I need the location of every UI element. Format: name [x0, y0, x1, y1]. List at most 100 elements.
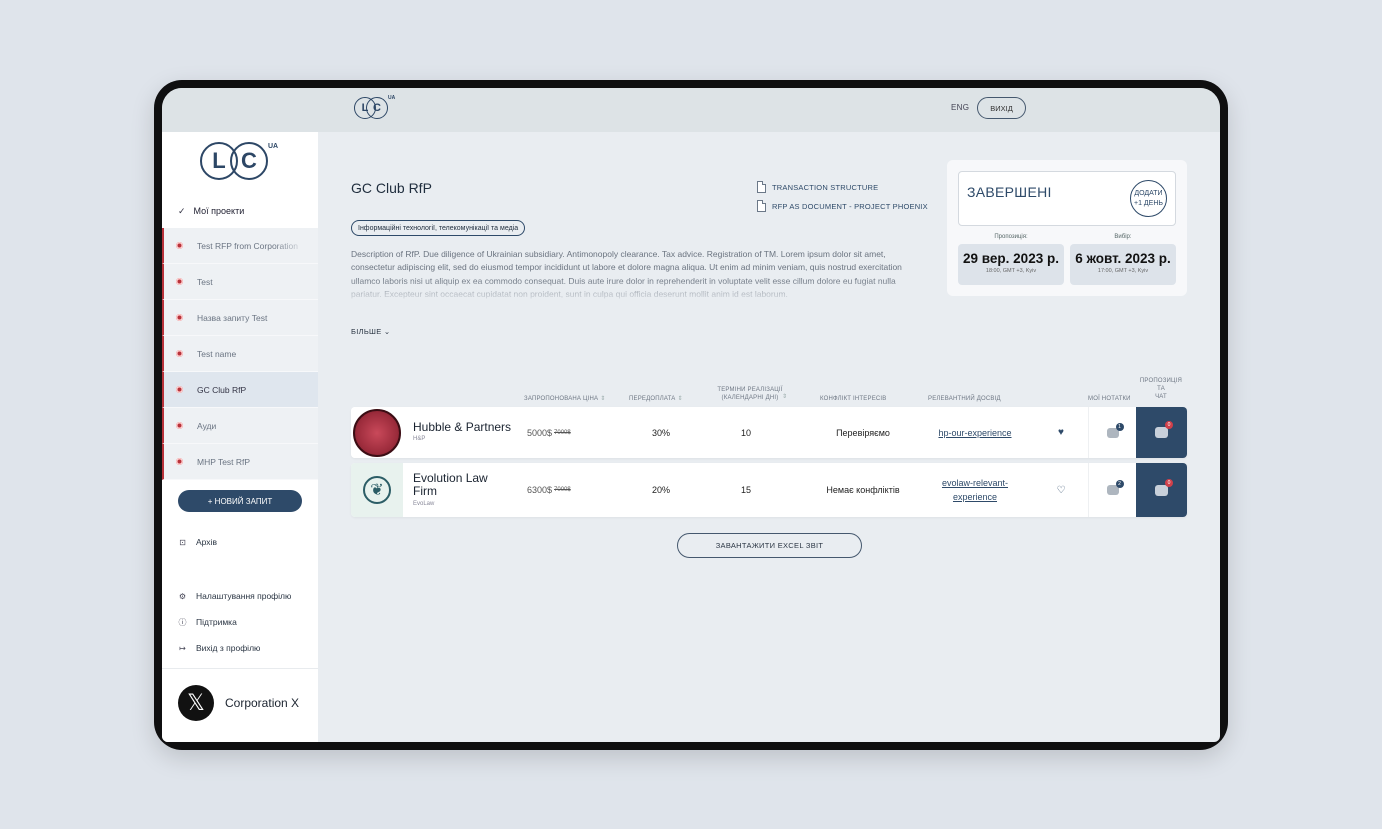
- table-row[interactable]: ❦ Evolution Law Firm EvoLaw 6300$ 7000$ …: [351, 463, 1187, 517]
- archive-icon: ⊡: [179, 537, 186, 547]
- document-icon: [757, 200, 766, 212]
- rfp-description: Description of RfP. Due diligence of Ukr…: [351, 249, 902, 299]
- download-excel-button[interactable]: ЗАВАНТАЖИТИ EXCEL ЗВІТ: [677, 533, 862, 558]
- tree-icon: ❦: [363, 476, 391, 504]
- avatar: 𝕏: [178, 685, 214, 721]
- user-profile[interactable]: 𝕏 Corporation X: [178, 685, 299, 721]
- project-label: Назва запиту Test: [197, 312, 268, 323]
- project-label: Test RFP from Corporation: [197, 240, 298, 251]
- document-link[interactable]: TRANSACTION STRUCTURE: [757, 181, 878, 193]
- industry-tag: Інформаційні технології, телекомунікації…: [351, 220, 526, 236]
- gear-icon: ⚙: [178, 591, 187, 601]
- header-chat-line1: ПРОПОЗИЦІЯ: [1139, 378, 1183, 384]
- project-list: Test RFP from Corporation Test Назва зап…: [162, 228, 318, 480]
- heart-filled-icon[interactable]: ♥: [1054, 407, 1068, 458]
- add-day-button[interactable]: ДОДАТИ +1 ДЕНЬ: [1130, 180, 1167, 217]
- user-name: Corporation X: [225, 696, 300, 710]
- proposal-date-label: Пропозиція:: [994, 234, 1028, 240]
- chat-button[interactable]: 0: [1136, 407, 1187, 458]
- header-price[interactable]: ЗАПРОПОНОВАНА ЦІНА ⇕: [524, 395, 605, 403]
- sidebar-item-exit[interactable]: ↦ Вихід з профілю: [178, 643, 260, 653]
- language-switch[interactable]: ENG: [951, 103, 969, 112]
- support-label: Підтримка: [196, 617, 237, 627]
- experience-link[interactable]: hp-our-experience: [927, 407, 1023, 458]
- settings-label: Налаштування профілю: [196, 591, 292, 601]
- old-price-value: 7000$: [554, 429, 571, 436]
- sidebar: L C UA ✓ Мої проекти Test RFP from Corpo…: [162, 132, 318, 742]
- sidebar-project-item[interactable]: Ауди: [162, 408, 318, 444]
- sidebar-logo[interactable]: L C UA: [200, 142, 280, 182]
- sidebar-project-item[interactable]: Test RFP from Corporation: [162, 228, 318, 264]
- exit-label: Вихід з профілю: [196, 643, 261, 653]
- choice-time: 17:00, GMT +3, Kyiv: [1097, 268, 1149, 274]
- table-row[interactable]: Hubble & Partners H&P 5000$ 7000$ 30% 10…: [351, 407, 1187, 458]
- experience-link[interactable]: evolaw-relevant-experience: [927, 463, 1023, 517]
- heart-outline-icon[interactable]: ♡: [1054, 463, 1068, 517]
- price-cell: 6300$ 7000$: [527, 463, 571, 517]
- project-status-icon: [176, 350, 183, 357]
- sort-icon[interactable]: ⇕: [780, 393, 787, 401]
- sidebar-item-settings[interactable]: ⚙ Налаштування профілю: [178, 591, 291, 601]
- document-label: TRANSACTION STRUCTURE: [772, 182, 879, 192]
- document-link[interactable]: RFP AS DOCUMENT - PROJECT PHOENIX: [757, 200, 928, 212]
- sidebar-project-item[interactable]: Назва запиту Test: [162, 300, 318, 336]
- check-icon: ✓: [178, 205, 186, 216]
- sidebar-project-item-active[interactable]: GC Club RfP: [162, 372, 318, 408]
- header-chat: ПРОПОЗИЦІЯ ТА ЧАТ: [1138, 377, 1184, 401]
- project-label: Test name: [197, 348, 237, 359]
- notes-button[interactable]: 1: [1088, 407, 1136, 458]
- header-experience: РЕЛЕВАНТНИЙ ДОСВІД: [928, 396, 1001, 402]
- header-price-label: ЗАПРОПОНОВАНА ЦІНА: [524, 396, 599, 402]
- header-conflict: КОНФЛІКТ ІНТЕРЕСІВ: [820, 396, 887, 402]
- status-label: ЗАВЕРШЕНІ: [967, 184, 1052, 200]
- price-cell: 5000$ 7000$: [527, 407, 571, 458]
- notes-count: 2: [1115, 480, 1124, 488]
- prepay-cell: 30%: [651, 427, 670, 438]
- firm-name: Hubble & Partners: [413, 420, 512, 434]
- my-projects-label: Мої проекти: [193, 206, 245, 216]
- proposal-date-box: 29 вер. 2023 р. 18:00, GMT +3, Kyiv: [958, 244, 1064, 285]
- top-bar: L C UA ENG ВИХІД: [162, 88, 1220, 132]
- logo-ua: UA: [268, 143, 279, 150]
- sidebar-item-archive[interactable]: ⊡ Архів: [178, 537, 217, 547]
- document-label: RFP AS DOCUMENT - PROJECT PHOENIX: [772, 201, 928, 211]
- sidebar-project-item[interactable]: Test name: [162, 336, 318, 372]
- logo-ua: UA: [388, 95, 396, 101]
- header-prepay[interactable]: ПЕРЕДОПЛАТА ⇕: [629, 395, 683, 403]
- add-day-line2: +1 ДЕНЬ: [1134, 199, 1163, 207]
- archive-label: Архів: [196, 537, 217, 547]
- more-label: БІЛЬШЕ: [351, 327, 382, 336]
- choice-date: 6 жовт. 2023 р.: [1075, 251, 1171, 266]
- conflict-cell: Немає конфліктів: [826, 485, 900, 495]
- chat-button[interactable]: 0: [1136, 463, 1187, 517]
- chat-count: 0: [1165, 478, 1173, 487]
- divider: [162, 668, 318, 669]
- project-label: Ауди: [197, 420, 217, 431]
- header-chat-line3: ЧАТ: [1155, 394, 1167, 400]
- status-card: ЗАВЕРШЕНІ ДОДАТИ +1 ДЕНЬ Пропозиція: Виб…: [947, 160, 1187, 296]
- new-request-button[interactable]: + НОВИЙ ЗАПИТ: [178, 490, 302, 512]
- price-value: 6300$: [527, 485, 553, 495]
- my-projects-toggle[interactable]: ✓ Мої проекти: [162, 194, 318, 228]
- chat-bubble-icon: 2: [1106, 480, 1124, 495]
- seal-icon: [353, 408, 401, 457]
- message-icon: 0: [1155, 421, 1173, 438]
- price-value: 5000$: [527, 427, 553, 438]
- term-cell: 10: [740, 427, 751, 438]
- logo-letter-c: C: [230, 142, 268, 180]
- add-day-line1: ДОДАТИ: [1134, 189, 1163, 197]
- logo-letter-c: C: [366, 97, 388, 119]
- logout-button[interactable]: ВИХІД: [977, 97, 1026, 119]
- proposal-date: 29 вер. 2023 р.: [963, 251, 1059, 266]
- firm-logo: [351, 407, 403, 458]
- conflict-cell: Перевіряємо: [836, 427, 890, 438]
- project-label: GC Club RfP: [197, 384, 247, 395]
- notes-button[interactable]: 2: [1088, 463, 1136, 517]
- firm-logo: ❦: [351, 463, 403, 517]
- sidebar-item-support[interactable]: ⓘ Підтримка: [178, 617, 237, 627]
- sidebar-project-item[interactable]: Test: [162, 264, 318, 300]
- more-toggle[interactable]: БІЛЬШЕ ⌄: [351, 327, 391, 336]
- chat-bubble-icon: 1: [1106, 422, 1124, 438]
- sidebar-project-item[interactable]: MHP Test RfP: [162, 444, 318, 480]
- header-logo[interactable]: L C UA: [354, 95, 395, 121]
